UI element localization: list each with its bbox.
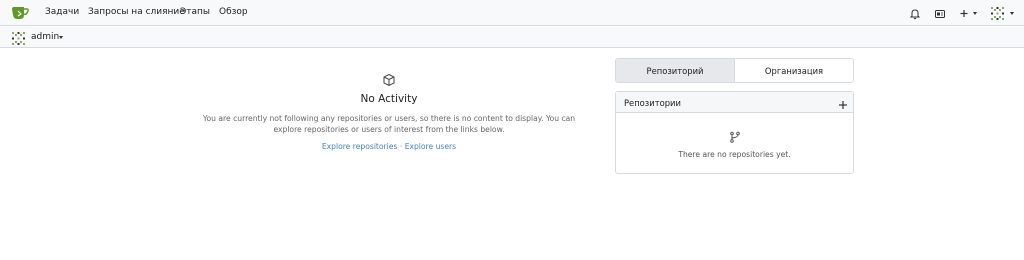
dashboard-tabs: Репозиторий Организация <box>615 58 854 83</box>
top-navbar: Задачи Запросы на слияние Этапы Обзор <box>0 0 1024 26</box>
context-bar: admin <box>0 27 1024 48</box>
empty-title: No Activity <box>360 93 418 105</box>
avatar <box>991 7 1004 20</box>
link-separator: · <box>399 142 403 151</box>
nav-pull-requests[interactable]: Запросы на слияние <box>88 7 185 17</box>
inbox-icon[interactable] <box>933 6 947 20</box>
plus-icon <box>839 101 847 109</box>
explore-users-link[interactable]: Explore users <box>405 142 456 151</box>
nav-milestones[interactable]: Этапы <box>180 7 210 17</box>
context-username: admin <box>31 32 60 42</box>
chevron-down-icon <box>1010 12 1014 15</box>
cube-icon <box>382 72 396 87</box>
user-menu[interactable] <box>990 6 1016 20</box>
tab-repositories[interactable]: Репозиторий <box>616 59 735 82</box>
repositories-panel: Репозитории There are no repositories ye… <box>615 91 854 174</box>
create-menu[interactable] <box>958 6 980 20</box>
avatar <box>12 32 25 45</box>
explore-repositories-link[interactable]: Explore repositories <box>322 142 398 151</box>
add-repository-button[interactable] <box>837 96 849 109</box>
chevron-down-icon <box>59 36 63 39</box>
no-repositories-text: There are no repositories yet. <box>678 150 791 159</box>
nav-explore[interactable]: Обзор <box>219 7 248 17</box>
repositories-header: Репозитории <box>616 92 853 113</box>
nav-issues[interactable]: Задачи <box>45 7 79 17</box>
chevron-down-icon <box>973 12 977 15</box>
repositories-title: Репозитории <box>624 98 681 108</box>
plus-icon <box>960 10 968 17</box>
gitea-logo-icon[interactable] <box>11 5 29 21</box>
bell-icon[interactable] <box>908 6 922 20</box>
tab-organizations[interactable]: Организация <box>735 59 853 82</box>
repo-forked-icon <box>729 128 741 143</box>
empty-description: You are currently not following any repo… <box>202 114 576 134</box>
explore-links: Explore repositories · Explore users <box>190 142 588 151</box>
